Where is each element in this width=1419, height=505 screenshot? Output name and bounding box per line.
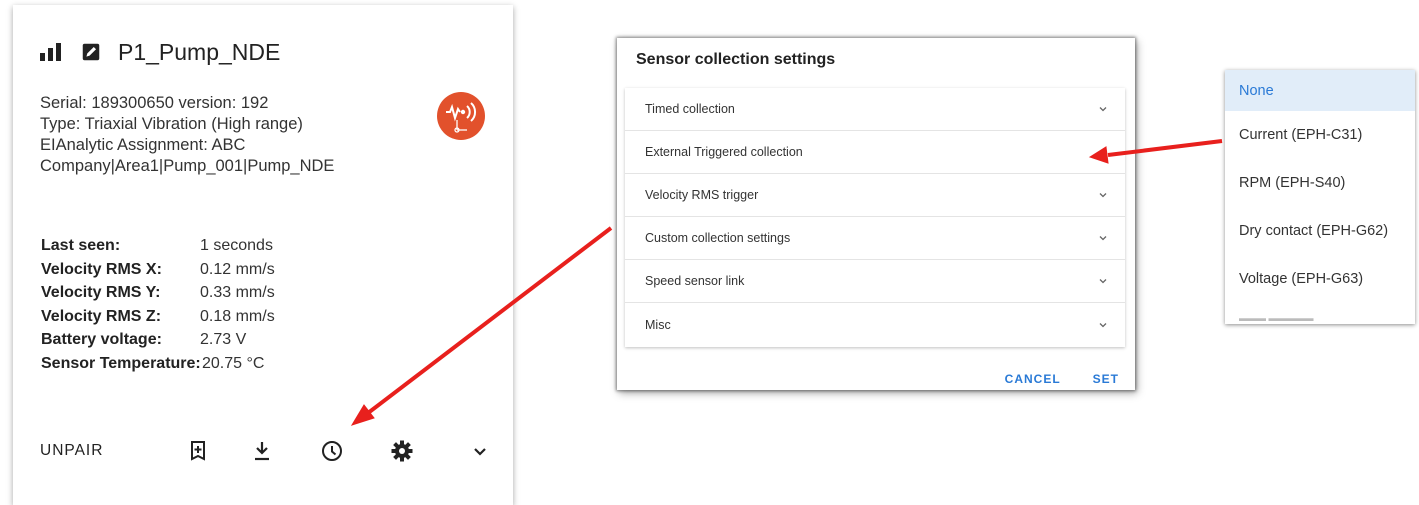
dropdown-option-rpm[interactable]: RPM (EPH-S40) bbox=[1225, 159, 1415, 207]
sensor-collection-settings-dialog: Sensor collection settings Timed collect… bbox=[617, 38, 1135, 390]
accordion-misc[interactable]: Misc bbox=[625, 303, 1125, 346]
velocity-rms-y-value: 0.33 mm/s bbox=[200, 284, 275, 301]
dialog-title: Sensor collection settings bbox=[636, 51, 836, 68]
dropdown-option-cut-off[interactable]: ▬▬▬ ▬▬▬▬▬ bbox=[1225, 303, 1415, 323]
velocity-rms-y-label: Velocity RMS Y: bbox=[41, 284, 161, 301]
accordion-label: External Triggered collection bbox=[645, 145, 803, 159]
card-actions: UNPAIR bbox=[40, 437, 500, 467]
accordion-label: Misc bbox=[645, 317, 671, 332]
accordion-custom-collection-settings[interactable]: Custom collection settings bbox=[625, 217, 1125, 260]
accordion-label: Timed collection bbox=[645, 102, 735, 116]
dropdown-option-dry-contact[interactable]: Dry contact (EPH-G62) bbox=[1225, 207, 1415, 255]
last-seen-value: 1 seconds bbox=[200, 237, 273, 254]
edit-icon[interactable] bbox=[80, 41, 102, 63]
velocity-rms-x-value: 0.12 mm/s bbox=[200, 260, 275, 278]
sensor-temperature-label: Sensor Temperature: bbox=[41, 354, 201, 372]
velocity-rms-z-label: Velocity RMS Z: bbox=[41, 307, 162, 325]
accordion-speed-sensor-link[interactable]: Speed sensor link bbox=[625, 260, 1125, 303]
sensor-temperature-value: 20.75 °C bbox=[202, 354, 265, 372]
accordion-label: Custom collection settings bbox=[645, 231, 791, 245]
velocity-rms-x-label: Velocity RMS X: bbox=[41, 260, 162, 278]
dropdown-option-voltage[interactable]: Voltage (EPH-G63) bbox=[1225, 255, 1415, 303]
last-seen-label: Last seen: bbox=[41, 237, 121, 254]
chevron-down-icon bbox=[1099, 193, 1107, 198]
gear-icon[interactable] bbox=[390, 439, 414, 463]
chevron-down-icon bbox=[1099, 322, 1107, 327]
accordion-label: Speed sensor link bbox=[645, 274, 745, 288]
set-button[interactable]: SET bbox=[1093, 372, 1119, 386]
bookmark-add-icon[interactable] bbox=[186, 439, 210, 463]
assignment-line: EIAnalytic Assignment: ABC bbox=[40, 136, 246, 154]
signal-icon bbox=[40, 43, 62, 61]
sensor-card: P1_Pump_NDE Serial: 189300650 version: 1… bbox=[13, 5, 513, 505]
clock-icon[interactable] bbox=[320, 439, 344, 463]
battery-voltage-value: 2.73 V bbox=[200, 331, 247, 348]
stat-row: Sensor Temperature: 20.75 °C bbox=[41, 352, 275, 376]
type-line: Type: Triaxial Vibration (High range) bbox=[40, 115, 303, 133]
stat-row: Battery voltage: 2.73 V bbox=[41, 328, 275, 352]
accordion-timed-collection[interactable]: Timed collection bbox=[625, 88, 1125, 131]
serial-line: Serial: 189300650 version: 192 bbox=[40, 94, 269, 112]
stat-row: Velocity RMS Y: 0.33 mm/s bbox=[41, 281, 275, 305]
unpair-button[interactable]: UNPAIR bbox=[40, 442, 103, 460]
stat-row: Velocity RMS X: 0.12 mm/s bbox=[41, 258, 275, 282]
dialog-actions: CANCEL SET bbox=[1005, 372, 1119, 386]
card-header: P1_Pump_NDE bbox=[40, 35, 280, 69]
chevron-down-icon[interactable] bbox=[468, 439, 492, 463]
download-icon[interactable] bbox=[250, 439, 274, 463]
cancel-button[interactable]: CANCEL bbox=[1005, 372, 1061, 386]
stat-row: Last seen: 1 seconds bbox=[41, 234, 275, 258]
velocity-rms-z-value: 0.18 mm/s bbox=[200, 307, 275, 325]
sensor-info: Serial: 189300650 version: 192 Type: Tri… bbox=[40, 93, 334, 177]
vibration-sensor-icon bbox=[437, 92, 485, 140]
accordion-velocity-rms-trigger[interactable]: Velocity RMS trigger bbox=[625, 174, 1125, 217]
chevron-down-icon bbox=[1099, 236, 1107, 241]
settings-accordion: Timed collection External Triggered coll… bbox=[625, 88, 1125, 347]
dropdown-option-none[interactable]: None bbox=[1225, 70, 1415, 111]
accordion-label: Velocity RMS trigger bbox=[645, 188, 759, 202]
sensor-stats: Last seen: 1 seconds Velocity RMS X: 0.1… bbox=[41, 234, 275, 375]
assignment-path-line: Company|Area1|Pump_001|Pump_NDE bbox=[40, 157, 335, 175]
accordion-external-triggered-collection[interactable]: External Triggered collection bbox=[625, 131, 1125, 174]
chevron-down-icon bbox=[1099, 279, 1107, 284]
chevron-down-icon bbox=[1099, 107, 1107, 112]
dropdown-option-current[interactable]: Current (EPH-C31) bbox=[1225, 111, 1415, 159]
stat-row: Velocity RMS Z: 0.18 mm/s bbox=[41, 305, 275, 329]
battery-voltage-label: Battery voltage: bbox=[41, 331, 162, 348]
sensor-name: P1_Pump_NDE bbox=[118, 38, 281, 65]
trigger-source-dropdown: None Current (EPH-C31) RPM (EPH-S40) Dry… bbox=[1225, 70, 1415, 324]
